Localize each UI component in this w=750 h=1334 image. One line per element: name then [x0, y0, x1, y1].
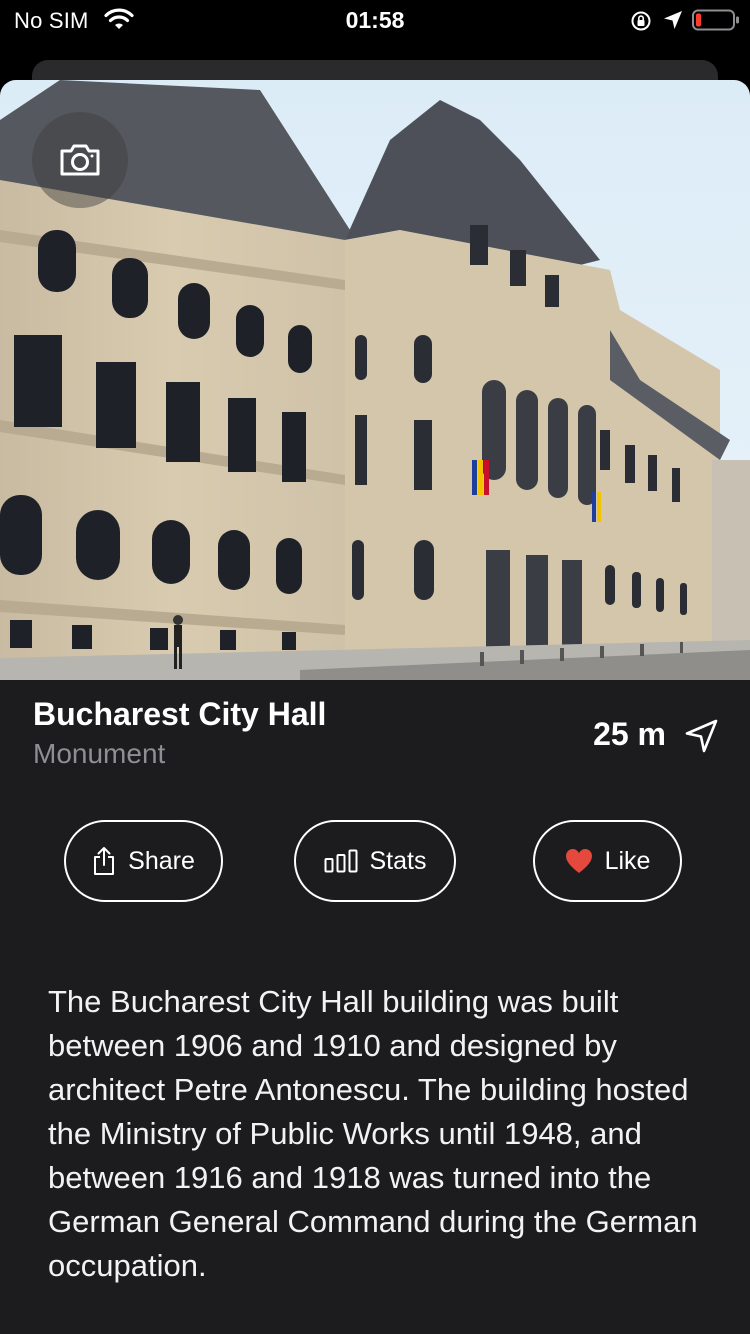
place-detail-card: Bucharest City Hall Monument 25 m Share …	[0, 80, 750, 1334]
status-bar: No SIM 01:58	[0, 0, 750, 42]
place-category: Monument	[33, 738, 166, 769]
location-arrow-icon	[664, 11, 682, 29]
place-description: The Bucharest City Hall building was bui…	[48, 984, 698, 1283]
navigate-arrow-icon[interactable]	[684, 718, 720, 754]
stats-button[interactable]: Stats	[294, 820, 456, 902]
like-button[interactable]: Like	[533, 820, 682, 902]
camera-button[interactable]	[32, 112, 128, 208]
bar-chart-icon	[324, 849, 357, 873]
place-title: Bucharest City Hall	[33, 696, 327, 732]
share-icon	[94, 847, 115, 875]
like-label: Like	[604, 846, 651, 875]
share-label: Share	[128, 846, 195, 875]
distance-label: 25 m	[593, 716, 666, 752]
stats-label: Stats	[369, 846, 427, 875]
orientation-lock-icon	[631, 11, 651, 31]
heart-icon	[565, 848, 592, 873]
battery-low-icon	[692, 9, 739, 31]
share-button[interactable]: Share	[64, 820, 223, 902]
camera-icon	[60, 144, 100, 176]
